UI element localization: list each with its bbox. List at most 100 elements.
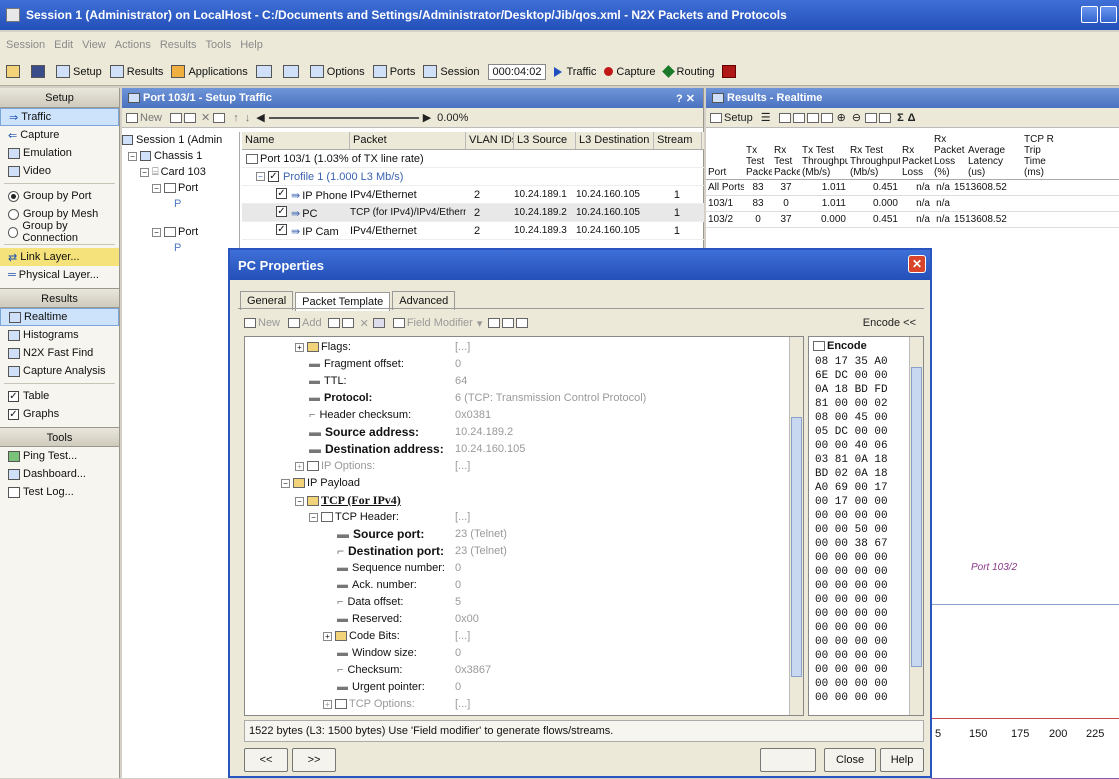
column-header[interactable]: Rx Test Packets — [772, 144, 800, 179]
template-new-button[interactable]: New — [258, 317, 280, 329]
sidebar-item-test-log[interactable]: Test Log... — [0, 483, 119, 501]
list-icon[interactable]: ☰ — [761, 111, 771, 124]
rate-slider[interactable] — [268, 116, 419, 119]
stream-row[interactable]: ✓ ⇛ IP Cam IPv4/Ethernet 2 10.24.189.3 10.… — [242, 222, 704, 240]
rate-left-icon[interactable]: ◀ — [256, 111, 264, 124]
group-by-connection-radio[interactable]: Group by Connection — [0, 220, 119, 244]
sidebar-item-histograms[interactable]: Histograms — [0, 326, 119, 344]
delete-icon[interactable]: ✕ — [360, 317, 369, 330]
field-modifier-button[interactable]: Field Modifier — [407, 317, 473, 329]
tree-chassis[interactable]: − Chassis 1 — [122, 148, 239, 164]
session-button[interactable]: Session — [423, 65, 480, 78]
column-header[interactable]: Tx Test Packets — [744, 144, 772, 179]
sidebar-item-ping-test[interactable]: Ping Test... — [0, 447, 119, 465]
template-add-button[interactable]: Add — [302, 317, 322, 329]
capture-button[interactable]: Capture — [604, 66, 656, 78]
traffic-button[interactable]: Traffic — [554, 66, 596, 78]
stream-row[interactable]: ✓ ⇛ IP Phone IPv4/Ethernet 2 10.24.189.1 1… — [242, 186, 704, 204]
column-header[interactable]: Rx Packet Loss (%) — [932, 133, 966, 179]
results-button[interactable]: Results — [109, 65, 163, 78]
column-header[interactable]: Port — [706, 166, 744, 179]
column-header-packet[interactable]: Packet — [350, 132, 466, 149]
ok-button[interactable] — [760, 748, 816, 772]
copy-icon[interactable] — [806, 112, 819, 123]
sidebar-item-capture-analysis[interactable]: Capture Analysis — [0, 362, 119, 380]
stream-row[interactable]: ✓ ⇛ PC TCP (for IPv4)/IPv4/Ethernet 2 10.2… — [242, 204, 704, 222]
replace-icon[interactable] — [341, 318, 354, 328]
chart-add-icon[interactable] — [778, 112, 791, 123]
profile-row[interactable]: − ✓ Profile 1 (1.000 L3 Mb/s) — [242, 168, 704, 186]
help-button[interactable]: Help — [880, 748, 924, 772]
encode-toggle-button[interactable]: Encode << — [863, 317, 916, 329]
move-down-icon[interactable]: ↓ — [245, 112, 251, 124]
scrollbar-thumb[interactable] — [911, 367, 922, 667]
tree-profile-2[interactable]: P — [122, 240, 239, 256]
results-setup-button[interactable]: Setup — [724, 112, 753, 124]
sidebar-item-fast-find[interactable]: N2X Fast Find — [0, 344, 119, 362]
column-header[interactable]: Tx Test Throughput (Mb/s) — [800, 144, 848, 179]
new-stream-button[interactable]: New — [140, 112, 162, 124]
dropdown-icon[interactable]: ▾ — [477, 317, 483, 330]
group-by-port-radio[interactable]: Group by Port — [0, 187, 119, 205]
bar-chart-icon[interactable] — [879, 112, 892, 123]
paste-icon[interactable] — [184, 112, 197, 123]
collapse-icon[interactable]: − — [309, 512, 318, 522]
column-header[interactable]: Average Latency (us) — [966, 144, 1022, 179]
table-row[interactable]: 103/1 83 0 1.011 0.000 n/a n/a — [706, 196, 1119, 212]
field-tree-scrollbar[interactable] — [789, 337, 803, 715]
table-checkbox[interactable]: ✓ Table — [0, 387, 119, 405]
graphs-checkbox[interactable]: ✓ Graphs — [0, 405, 119, 423]
stream-checkbox[interactable]: ✓ — [276, 223, 287, 235]
physical-layer-button[interactable]: ═ Physical Layer... — [0, 266, 119, 284]
menu-help[interactable]: Help — [240, 39, 263, 51]
next-button[interactable]: >> — [292, 748, 336, 772]
column-header-l3-destination[interactable]: L3 Destination — [576, 132, 654, 149]
insert-icon[interactable] — [327, 318, 340, 328]
delta-icon[interactable]: Δ — [908, 112, 916, 124]
sidebar-item-traffic[interactable]: ⇒ Traffic — [0, 108, 119, 126]
filter-icon[interactable] — [488, 318, 501, 328]
menu-edit[interactable]: Edit — [54, 39, 73, 51]
move-up-icon[interactable]: ↑ — [233, 112, 239, 124]
stream-checkbox[interactable]: ✓ — [276, 205, 287, 217]
sidebar-item-emulation[interactable]: Emulation — [0, 144, 119, 162]
sum-icon[interactable]: Σ — [897, 112, 904, 124]
grid-icon[interactable] — [502, 318, 515, 328]
tree-port-2[interactable]: − Port — [122, 224, 239, 240]
delete-icon[interactable]: ✕ — [201, 111, 210, 124]
layout-vertical-button[interactable] — [255, 65, 275, 78]
applications-button[interactable]: Applications — [171, 65, 248, 78]
chart-remove-icon[interactable] — [792, 112, 805, 123]
setup-button[interactable]: Setup — [56, 65, 102, 78]
checkbox-icon[interactable]: ✓ — [268, 171, 279, 182]
encode-scrollbar[interactable] — [909, 337, 923, 715]
panel-close-icon[interactable]: ? ✕ — [676, 92, 695, 105]
dialog-close-icon[interactable]: ✕ — [908, 255, 926, 273]
link-layer-button[interactable]: ⇄ Link Layer... — [0, 248, 119, 266]
tree-session[interactable]: Session 1 (Admin — [122, 132, 239, 148]
properties-icon[interactable] — [820, 112, 833, 123]
tree-card[interactable]: − ⌸ Card 103 — [122, 164, 239, 180]
save-button[interactable] — [31, 65, 48, 78]
maximize-button[interactable] — [1100, 6, 1117, 23]
table-row[interactable]: All Ports 83 37 1.011 0.451 n/a n/a 1513… — [706, 180, 1119, 196]
rate-right-icon[interactable]: ▶ — [423, 111, 431, 124]
copy-icon[interactable] — [170, 112, 183, 123]
tree-port-1[interactable]: − Port — [122, 180, 239, 196]
options-button[interactable]: Options — [309, 65, 365, 78]
menu-session[interactable]: Session — [6, 39, 45, 51]
column-header[interactable]: TCP R Trip Time (ms) — [1022, 133, 1062, 179]
menu-actions[interactable]: Actions — [115, 39, 151, 51]
column-header-name[interactable]: Name — [242, 132, 350, 149]
open-button[interactable] — [6, 65, 23, 78]
scrollbar-thumb[interactable] — [791, 417, 802, 677]
sidebar-item-realtime[interactable]: Realtime — [0, 308, 119, 326]
column-header-vlan[interactable]: VLAN IDs — [466, 132, 514, 149]
help-toolbar-button[interactable] — [722, 65, 739, 78]
minimize-button[interactable] — [1081, 6, 1098, 23]
zoom-out-icon[interactable]: ⊖ — [852, 111, 861, 124]
menu-results[interactable]: Results — [160, 39, 197, 51]
menu-view[interactable]: View — [82, 39, 106, 51]
tree-profile-1[interactable]: P — [122, 196, 239, 212]
menu-tools[interactable]: Tools — [206, 39, 232, 51]
